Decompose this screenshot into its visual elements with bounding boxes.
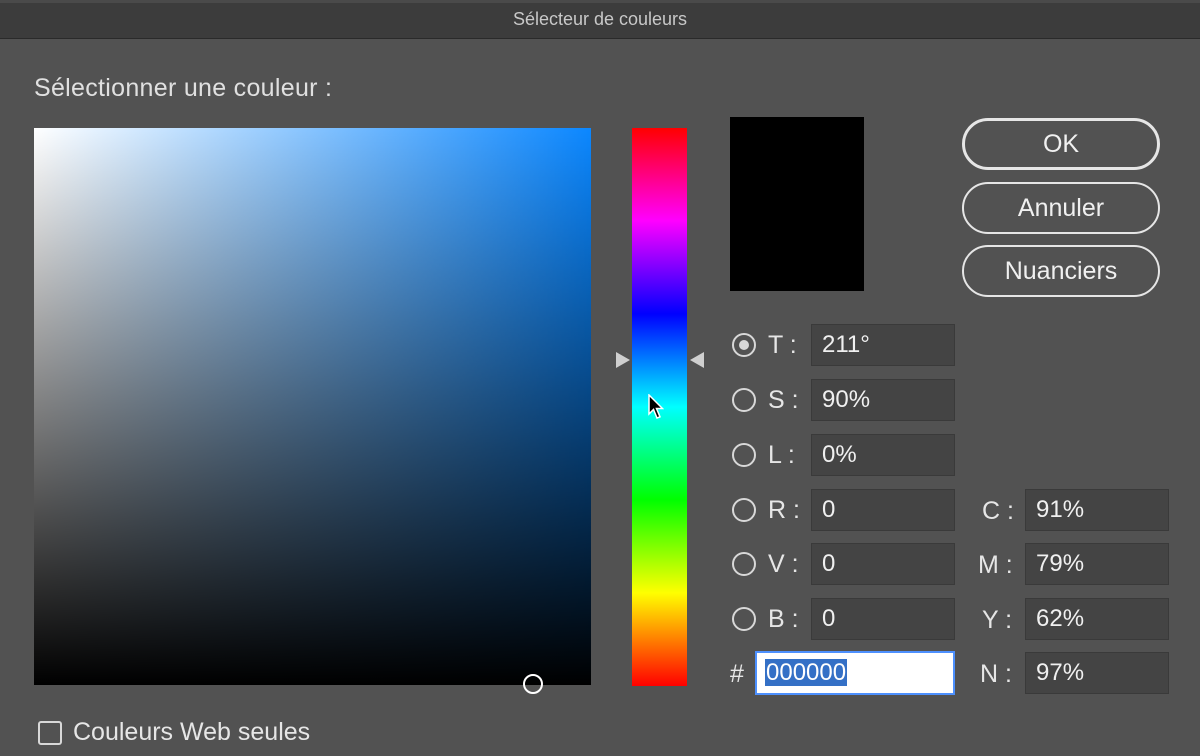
lightness-label: L : xyxy=(768,441,795,469)
title-bar-top-edge xyxy=(0,0,1200,3)
swatches-button[interactable]: Nuanciers xyxy=(962,245,1160,297)
hex-label: # xyxy=(730,660,744,688)
current-color-preview xyxy=(730,117,864,291)
saturation-field[interactable]: 90% xyxy=(811,379,955,421)
cancel-button[interactable]: Annuler xyxy=(962,182,1160,234)
radio-hue-selected-icon[interactable] xyxy=(732,333,756,357)
red-field[interactable]: 0 xyxy=(811,489,955,531)
window-title: Sélecteur de couleurs xyxy=(512,9,688,29)
yellow-field[interactable]: 62% xyxy=(1025,598,1169,640)
radio-saturation-icon[interactable] xyxy=(732,388,756,412)
web-colors-only-checkbox-icon[interactable] xyxy=(38,721,62,745)
title-bar: Sélecteur de couleurs xyxy=(0,0,1200,39)
hue-slider-right-arrow-icon[interactable] xyxy=(690,352,704,368)
blue-field[interactable]: 0 xyxy=(811,598,955,640)
color-picker-marker[interactable] xyxy=(523,674,543,694)
magenta-label: M : xyxy=(978,551,1013,579)
green-field[interactable]: 0 xyxy=(811,543,955,585)
radio-green-icon[interactable] xyxy=(732,552,756,576)
saturation-lightness-field[interactable] xyxy=(34,128,591,685)
radio-lightness-icon[interactable] xyxy=(732,443,756,467)
hex-input-value: 000000 xyxy=(765,659,848,686)
mouse-cursor-icon xyxy=(648,394,664,419)
hex-input[interactable]: 000000 xyxy=(755,651,955,695)
select-color-label: Sélectionner une couleur : xyxy=(34,74,333,102)
saturation-label: S : xyxy=(768,386,799,414)
cyan-field[interactable]: 91% xyxy=(1025,489,1169,531)
radio-red-icon[interactable] xyxy=(732,498,756,522)
yellow-label: Y : xyxy=(982,606,1013,634)
black-label: N : xyxy=(980,660,1012,688)
hue-label: T : xyxy=(768,331,797,359)
radio-blue-icon[interactable] xyxy=(732,607,756,631)
web-colors-only-label[interactable]: Couleurs Web seules xyxy=(73,718,310,747)
hue-field[interactable]: 211° xyxy=(811,324,955,366)
lightness-field[interactable]: 0% xyxy=(811,434,955,476)
cyan-label: C : xyxy=(982,497,1014,525)
hue-slider-left-arrow-icon[interactable] xyxy=(616,352,630,368)
ok-button[interactable]: OK xyxy=(962,118,1160,170)
red-label: R : xyxy=(768,496,800,524)
magenta-field[interactable]: 79% xyxy=(1025,543,1169,585)
green-label: V : xyxy=(768,550,799,578)
blue-label: B : xyxy=(768,605,799,633)
black-field[interactable]: 97% xyxy=(1025,652,1169,694)
